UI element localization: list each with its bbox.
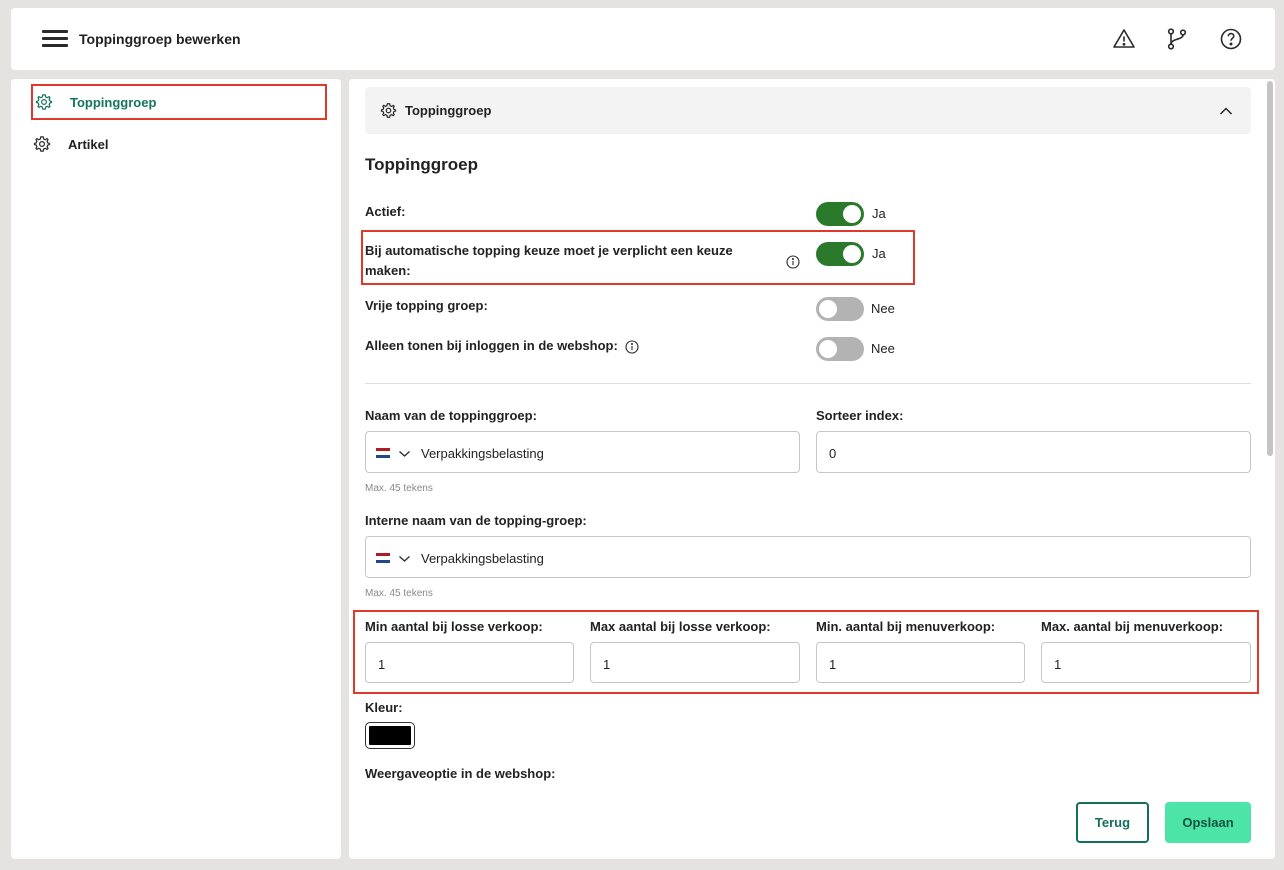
name-label: Naam van de toppinggroep: <box>365 408 537 423</box>
max-loose-label: Max aantal bij losse verkoop: <box>590 619 771 634</box>
info-icon[interactable] <box>786 255 800 269</box>
color-swatch <box>369 726 411 745</box>
gear-icon <box>35 94 53 110</box>
accordion-title: Toppinggroep <box>405 103 492 118</box>
color-picker[interactable] <box>365 722 415 749</box>
actief-toggle[interactable] <box>816 202 864 226</box>
chevron-down-icon[interactable] <box>398 447 411 460</box>
sidebar-item-toppinggroep[interactable]: Toppinggroep <box>31 84 327 120</box>
toggle-value: Nee <box>871 341 895 356</box>
max-menu-input[interactable] <box>1054 655 1234 673</box>
verplicht-keuze-toggle[interactable] <box>816 242 864 266</box>
form-footer: Terug Opslaan <box>349 787 1275 859</box>
section-title: Toppinggroep <box>365 155 478 174</box>
vrije-topping-toggle[interactable] <box>816 297 864 321</box>
toggle-label-actief: Actief: <box>365 204 406 219</box>
scrollbar[interactable] <box>1267 81 1273 456</box>
toggle-value: Nee <box>871 301 895 316</box>
internal-name-label: Interne naam van de topping-groep: <box>365 513 587 528</box>
flag-nl-icon <box>376 448 390 458</box>
info-icon[interactable] <box>625 340 639 354</box>
max-loose-input[interactable] <box>603 655 783 673</box>
sidebar-item-label: Toppinggroep <box>70 94 157 110</box>
back-button[interactable]: Terug <box>1076 802 1149 843</box>
toggle-label-verplicht-keuze: Bij automatische topping keuze moet je v… <box>365 243 733 278</box>
internal-name-field[interactable] <box>365 536 1251 578</box>
gear-icon <box>380 103 397 118</box>
name-input[interactable] <box>421 444 781 462</box>
flag-nl-icon <box>376 553 390 563</box>
toggle-label-vrije-topping: Vrije topping groep: <box>365 298 488 313</box>
min-menu-label: Min. aantal bij menuverkoop: <box>816 619 996 634</box>
internal-name-hint: Max. 45 tekens <box>365 588 433 599</box>
sidebar: Toppinggroep Artikel <box>11 79 341 859</box>
min-loose-label: Min aantal bij losse verkoop: <box>365 619 543 634</box>
toggle-value: Ja <box>872 246 886 261</box>
max-menu-field[interactable] <box>1041 642 1251 683</box>
sort-index-field[interactable] <box>816 431 1251 473</box>
min-loose-field[interactable] <box>365 642 574 683</box>
page-title: Toppinggroep bewerken <box>79 31 241 47</box>
sidebar-item-artikel[interactable]: Artikel <box>31 126 327 162</box>
name-field[interactable] <box>365 431 800 473</box>
branch-icon[interactable] <box>1165 27 1189 51</box>
internal-name-input[interactable] <box>421 549 1221 567</box>
save-button[interactable]: Opslaan <box>1165 802 1251 843</box>
max-loose-field[interactable] <box>590 642 800 683</box>
max-menu-label: Max. aantal bij menuverkoop: <box>1041 619 1224 634</box>
chevron-up-icon[interactable] <box>1219 104 1233 118</box>
main-panel: Toppinggroep Toppinggroep Actief: Ja Bij… <box>349 79 1275 859</box>
display-option-label: Weergaveoptie in de webshop: <box>365 766 556 781</box>
warning-icon[interactable] <box>1112 27 1136 51</box>
toggle-label-alleen-inloggen: Alleen tonen bij inloggen in de webshop: <box>365 338 618 353</box>
toggle-value: Ja <box>872 206 886 221</box>
help-icon[interactable] <box>1219 27 1243 51</box>
min-menu-field[interactable] <box>816 642 1025 683</box>
accordion-header[interactable]: Toppinggroep <box>365 87 1251 134</box>
alleen-inloggen-toggle[interactable] <box>816 337 864 361</box>
sidebar-item-label: Artikel <box>68 136 109 152</box>
sort-index-label: Sorteer index: <box>816 408 904 423</box>
chevron-down-icon[interactable] <box>398 552 411 565</box>
name-hint: Max. 45 tekens <box>365 483 433 494</box>
menu-icon[interactable] <box>42 30 68 48</box>
gear-icon <box>33 136 51 152</box>
divider <box>365 383 1251 384</box>
min-menu-input[interactable] <box>829 655 1009 673</box>
color-label: Kleur: <box>365 700 403 715</box>
top-bar: Toppinggroep bewerken <box>11 8 1275 70</box>
min-loose-input[interactable] <box>378 655 558 673</box>
sort-index-input[interactable] <box>829 444 1229 462</box>
